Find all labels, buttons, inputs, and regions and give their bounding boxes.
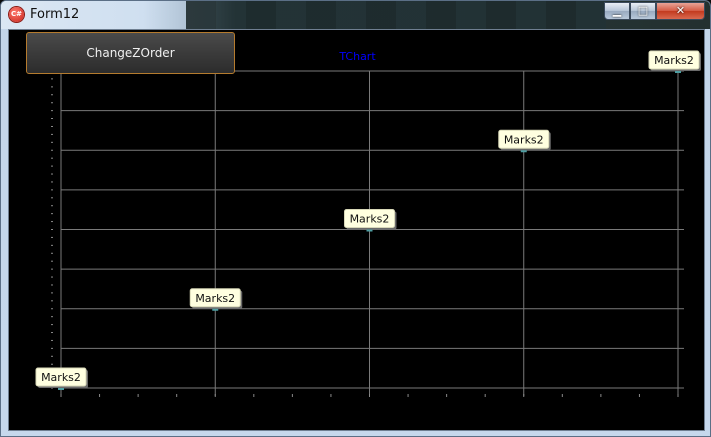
mark-label: Marks2 xyxy=(350,213,390,226)
mark-label: Marks2 xyxy=(654,54,694,67)
change-zorder-button[interactable]: ChangeZOrder xyxy=(26,32,235,74)
chart-title: TChart xyxy=(338,50,376,63)
title-bar-background xyxy=(186,1,606,29)
title-bar[interactable]: C# Form12 ▁ □ ✕ xyxy=(1,1,710,29)
maximize-icon: □ xyxy=(637,4,649,17)
close-icon: ✕ xyxy=(675,4,686,17)
mark-label: Marks2 xyxy=(195,292,235,305)
maximize-button[interactable]: □ xyxy=(630,2,656,20)
window-title: Form12 xyxy=(30,7,80,22)
tchart[interactable]: TChart Marks2 Marks2 Marks2 Marks2 Marks2 xyxy=(9,30,704,430)
minimize-button[interactable]: ▁ xyxy=(604,2,630,20)
minimize-icon: ▁ xyxy=(612,4,622,17)
app-icon[interactable]: C# xyxy=(9,7,24,22)
close-button[interactable]: ✕ xyxy=(656,2,705,20)
chart-panel[interactable]: TChart Marks2 Marks2 Marks2 Marks2 Marks2 Cha… xyxy=(8,29,705,431)
app-window: C# Form12 ▁ □ ✕ TChart Marks2 Marks2 Marks2… xyxy=(0,0,711,437)
mark-label: Marks2 xyxy=(504,133,544,146)
mark-label: Marks2 xyxy=(41,371,81,384)
